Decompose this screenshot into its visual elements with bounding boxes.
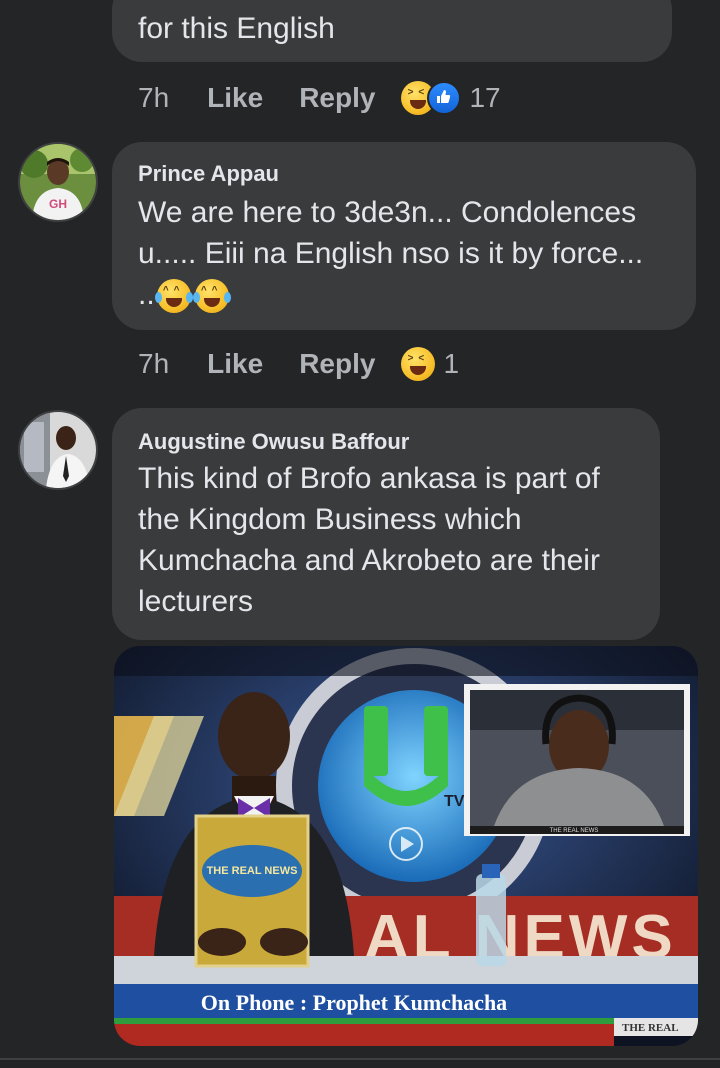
ticker-tag: THE REAL [622, 1022, 679, 1034]
lower-third-caption: On Phone : Prophet Kumchacha [201, 990, 507, 1015]
comment-bubble[interactable]: Prince Appau We are here to 3de3n... Con… [112, 142, 696, 330]
comment-author[interactable]: Augustine Owusu Baffour [138, 429, 409, 455]
comment-bubble[interactable]: Augustine Owusu Baffour This kind of Bro… [112, 408, 660, 640]
like-thumb-icon [427, 81, 462, 115]
profile-photo [20, 412, 96, 488]
reaction-count: 1 [443, 348, 460, 379]
tears-of-joy-icon: ^^ [154, 279, 193, 314]
comment-actions: 7h Like Reply >< 17 [138, 78, 501, 118]
reactions-summary[interactable]: >< 17 [401, 81, 501, 115]
tears-of-joy-icon: ^^ [192, 279, 231, 314]
comment-time[interactable]: 7h [138, 348, 169, 380]
reply-button[interactable]: Reply [299, 82, 375, 114]
like-button[interactable]: Like [207, 348, 263, 380]
laughing-face-icon: >< [401, 347, 436, 381]
comment-author[interactable]: Prince Appau [138, 161, 279, 187]
comment-image-attachment[interactable]: TV AL NEWS THE REAL NEWS THE REAL NEWS O… [114, 646, 698, 1046]
comment-text: We are here to 3de3n... Condolences u...… [138, 192, 643, 315]
comment-text: This kind of Brofo ankasa is part of the… [138, 462, 600, 618]
avatar-shirt-text: GH [49, 197, 67, 211]
avatar[interactable] [18, 410, 98, 490]
comment-thread: for this English 7h Like Reply >< 17 GH [0, 0, 720, 1068]
tv-logo-label: TV [444, 793, 465, 810]
inset-caption: THE REAL NEWS [550, 828, 599, 834]
comment-actions: 7h Like Reply >< 1 [138, 344, 459, 384]
news-broadcast-image: TV AL NEWS THE REAL NEWS THE REAL NEWS O… [114, 646, 698, 1046]
comment-text: for this English [138, 12, 335, 45]
comment-bubble[interactable]: for this English [112, 0, 672, 62]
comment-time[interactable]: 7h [138, 82, 169, 114]
like-button[interactable]: Like [207, 82, 263, 114]
profile-photo: GH [20, 144, 96, 220]
reaction-count: 17 [469, 82, 501, 113]
reply-button[interactable]: Reply [299, 348, 375, 380]
avatar[interactable]: GH [18, 142, 98, 222]
reactions-summary[interactable]: >< 1 [401, 347, 459, 381]
divider [0, 1058, 720, 1060]
book-title: THE REAL NEWS [207, 865, 298, 877]
